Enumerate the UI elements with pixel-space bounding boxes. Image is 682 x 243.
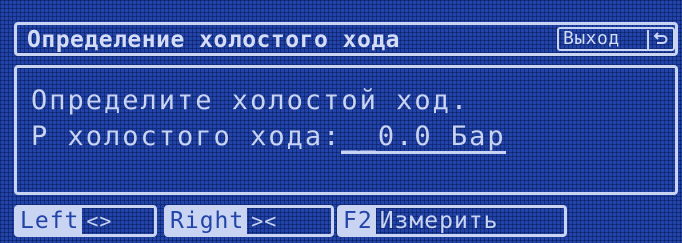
softkey-f2-label: Измерить: [379, 208, 499, 234]
softkey-right-name: Right: [167, 208, 248, 234]
softkey-f2-name: F2: [340, 208, 376, 234]
lcd-screen: Определение холостого хода Выход Определ…: [0, 0, 682, 243]
softkey-right[interactable]: Right ><: [164, 205, 334, 237]
chevrons-together-icon: ><: [251, 209, 278, 233]
return-arrow-icon: [647, 30, 671, 50]
chevrons-apart-icon: <>: [86, 209, 113, 233]
instruction-text: Определите холостой ход.: [31, 85, 470, 116]
idle-pressure-row: P холостого хода:__0.0 Бар: [31, 122, 506, 154]
softkey-bar: Left <> Right >< F2 Измерить: [14, 205, 574, 239]
softkey-left[interactable]: Left <>: [14, 205, 157, 237]
softkey-f2-measure[interactable]: F2 Измерить: [337, 205, 567, 237]
idle-pressure-value: __0.0: [341, 121, 433, 152]
message-panel: Определите холостой ход. P холостого ход…: [14, 65, 678, 195]
page-title: Определение холостого хода: [27, 27, 401, 53]
idle-pressure-value-field[interactable]: __0.0 Бар: [341, 121, 506, 154]
exit-button[interactable]: Выход: [557, 27, 675, 51]
softkey-left-name: Left: [17, 208, 83, 234]
idle-pressure-label: P холостого хода:: [31, 121, 342, 152]
idle-pressure-unit: Бар: [432, 121, 506, 152]
exit-button-label: Выход: [563, 28, 620, 49]
header-bar: Определение холостого хода Выход: [14, 22, 678, 56]
